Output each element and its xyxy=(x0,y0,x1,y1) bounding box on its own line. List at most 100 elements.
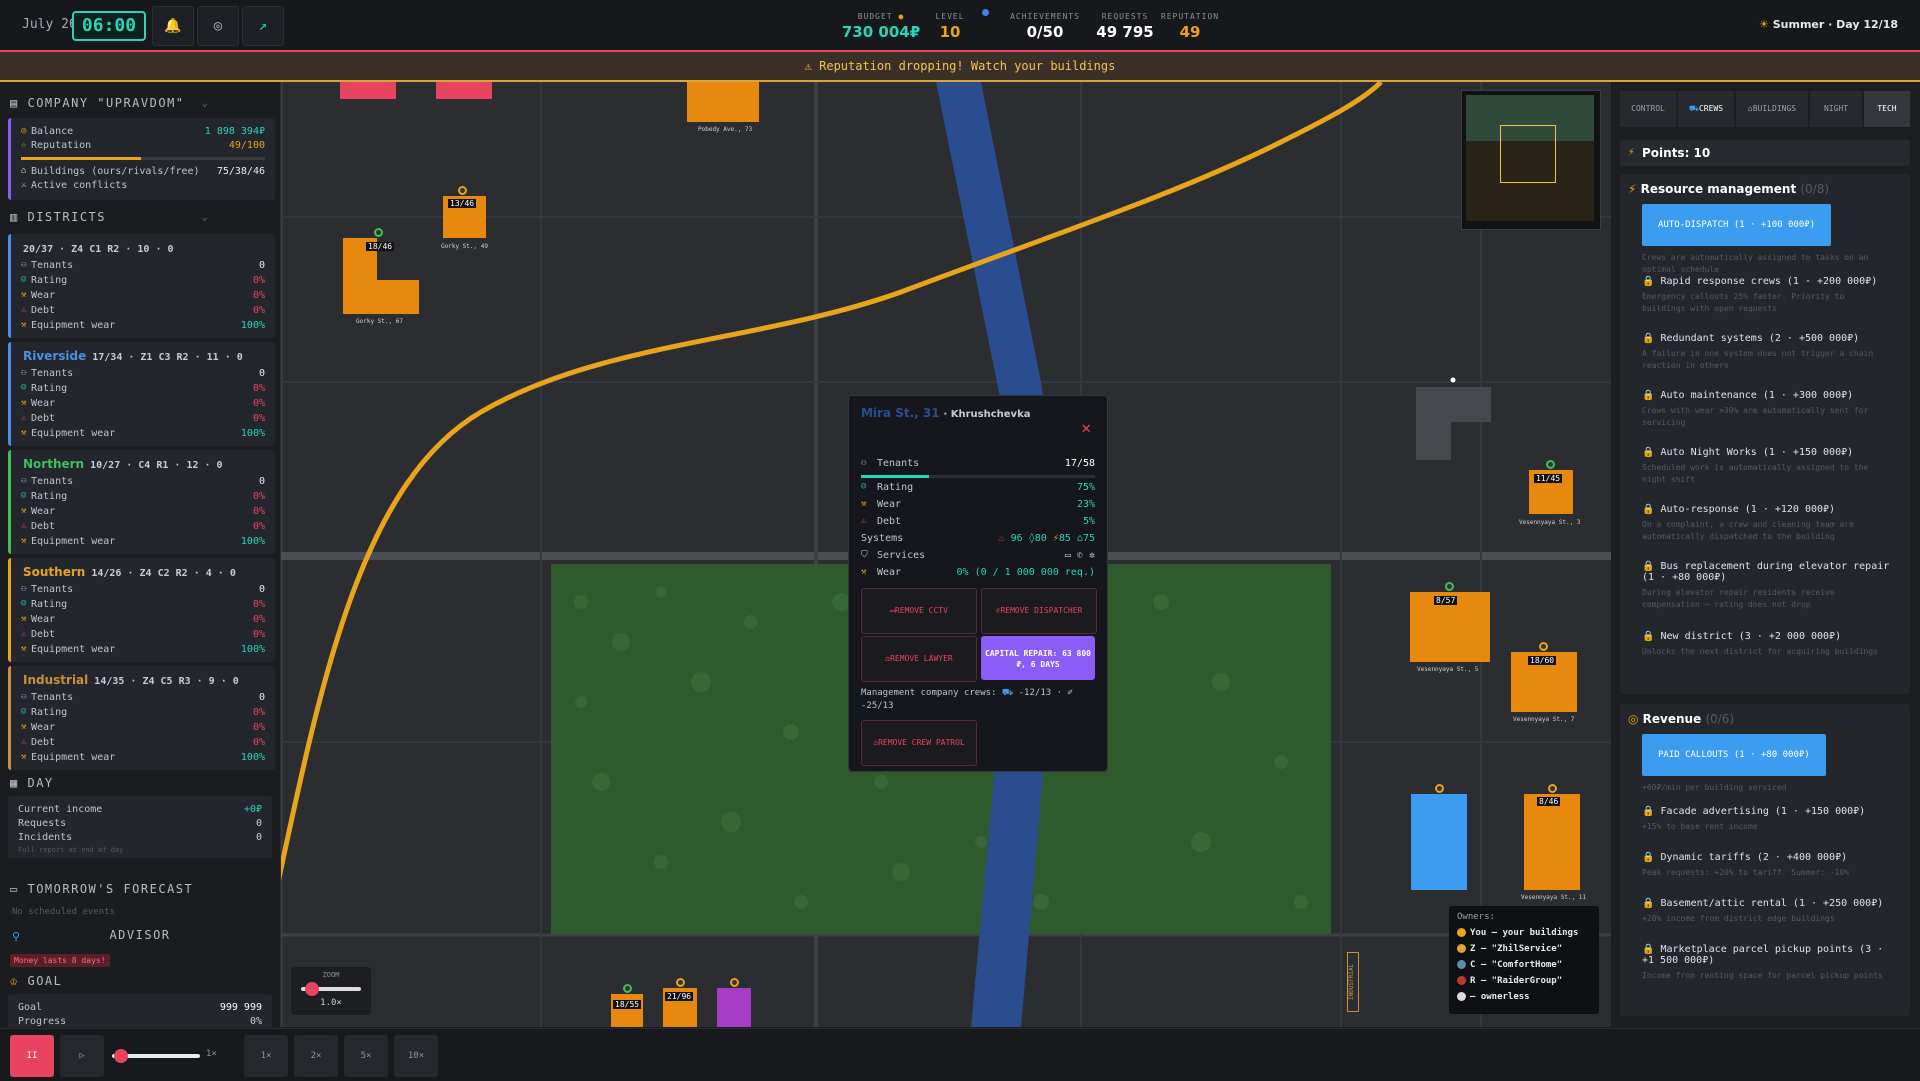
chevron-down-icon[interactable]: ⌄ xyxy=(201,210,208,223)
goal-row: Goal 999 999 xyxy=(18,1002,262,1016)
district-card[interactable]: Northern 10/27 · C4 R1 · 12 · 0 ⚇ Tenants 0… xyxy=(8,450,275,554)
building-icon: ▤ xyxy=(10,96,19,110)
district-debt-value: 0% xyxy=(252,737,265,748)
zoom-label: ZOOM xyxy=(322,971,340,979)
occupancy-tag: 18/46 xyxy=(366,242,395,251)
tab-tech[interactable]: TECH xyxy=(1864,91,1910,127)
district-rating-value: 0% xyxy=(252,707,265,718)
building-vesennyaya-11[interactable] xyxy=(1524,794,1580,890)
district-tenants-value: 0 xyxy=(258,584,265,595)
lock-icon: 🔒 xyxy=(1642,944,1655,955)
district-card[interactable]: Southern 14/26 · Z4 C2 R2 · 4 · 0 ⚇ Tenant… xyxy=(8,558,275,662)
remove-crew-patrol-button[interactable]: ⌂REMOVE CREW PATROL xyxy=(861,720,977,766)
pause-button[interactable]: II xyxy=(10,1035,54,1077)
remove-lawyer-button[interactable]: ⚖REMOVE LAWYER xyxy=(861,636,977,682)
speed-5x-button[interactable]: 5× xyxy=(344,1035,388,1077)
remove-dispatcher-button[interactable]: ✆REMOVE DISPATCHER xyxy=(981,588,1097,634)
budget-stat: BUDGET ● 730 004₽ xyxy=(836,12,926,41)
tech-label: Facade advertising (1 · +150 000₽) xyxy=(1660,806,1866,817)
advisor-header[interactable]: ADVISOR xyxy=(0,928,280,942)
capital-repair-label: CAPITAL REPAIR: 63 800 ₽, 6 DAYS xyxy=(985,649,1091,669)
tech-desc: +60₽/min per building serviced xyxy=(1642,778,1890,794)
goal-header[interactable]: ♔ GOAL xyxy=(10,974,62,988)
rival-building[interactable] xyxy=(340,82,396,99)
reputation-value: 49/100 xyxy=(228,140,265,151)
district-wear-value: 0% xyxy=(252,722,265,733)
trend-button[interactable]: ↗ xyxy=(242,6,284,46)
tech-item[interactable]: 🔒 New district (3 · +2 000 000₽) Unlocks … xyxy=(1642,631,1890,658)
tech-item[interactable]: 🔒 Marketplace parcel pickup points (3 · … xyxy=(1642,944,1890,982)
occupancy-tag: 18/60 xyxy=(1528,656,1557,665)
district-debt-label: Debt xyxy=(31,629,56,640)
resource-management-section: ⚡ Resource management (0/8) AUTO-DISPATC… xyxy=(1620,174,1910,694)
tab-crews[interactable]: ⛟CREWS xyxy=(1678,91,1734,127)
chevron-down-icon[interactable]: ⌄ xyxy=(201,96,208,109)
reputation-label: Reputation xyxy=(31,140,92,151)
district-card[interactable]: Industrial 14/35 · Z4 C5 R3 · 9 · 0 ⚇ Tena… xyxy=(8,666,275,770)
district-equip-value: 100% xyxy=(240,428,265,439)
reputation-stat: REPUTATION 49 xyxy=(1160,12,1220,41)
legend-item-label: Z — "ZhilService" xyxy=(1470,944,1563,954)
tab-buildings[interactable]: ⌂BUILDINGS xyxy=(1736,91,1808,127)
tech-item[interactable]: 🔒 Auto Night Works (1 · +150 000₽) Schedu… xyxy=(1642,447,1890,486)
district-wear-value: 0% xyxy=(252,398,265,409)
district-equip-label: Equipment wear xyxy=(31,644,116,655)
legend-swatch xyxy=(1457,928,1466,937)
wear-icon: ⚒ xyxy=(21,722,27,732)
forecast-header[interactable]: ▭ TOMORROW'S FORECAST xyxy=(10,882,193,896)
rival-building-comforthome[interactable] xyxy=(1411,794,1467,890)
right-panel: CONTROL ⛟CREWS ⌂BUILDINGS NIGHT TECH ⚡ P… xyxy=(1612,82,1920,1027)
tech-item[interactable]: 🔒 Bus replacement during elevator repair… xyxy=(1642,561,1890,611)
legend-item-label: C — "ComfortHome" xyxy=(1470,960,1563,970)
capital-repair-button[interactable]: CAPITAL REPAIR: 63 800 ₽, 6 DAYS xyxy=(981,636,1095,680)
income-value: +0₽ xyxy=(243,804,262,815)
tech-active-button[interactable]: PAID CALLOUTS (1 · +80 000₽) xyxy=(1642,734,1826,776)
rival-building-bottom[interactable] xyxy=(717,988,751,1027)
speed-slider-thumb[interactable] xyxy=(113,1049,128,1063)
district-card[interactable]: 20/37 · Z4 C1 R2 · 10 · 0 ⚇ Tenants 0 ☺ Ratin… xyxy=(8,234,275,338)
building-bottom-1[interactable] xyxy=(611,994,643,1027)
tab-night[interactable]: NIGHT xyxy=(1810,91,1862,127)
district-wear-label: Wear xyxy=(31,398,56,409)
empty-lot xyxy=(1416,387,1491,460)
tech-item[interactable]: 🔒 Basement/attic rental (1 · +250 000₽) +… xyxy=(1642,898,1890,925)
tech-item[interactable]: 🔒 Facade advertising (1 · +150 000₽) +15%… xyxy=(1642,806,1890,833)
day-header[interactable]: ▦ DAY xyxy=(10,776,54,790)
tech-item[interactable]: 🔒 Auto maintenance (1 · +300 000₽) Crews … xyxy=(1642,390,1890,429)
debt-value: 5% xyxy=(1082,516,1095,527)
tech-item[interactable]: 🔒 Auto-response (1 · +120 000₽) On a comp… xyxy=(1642,504,1890,543)
speed-1x-button[interactable]: 1× xyxy=(244,1035,288,1077)
district-card[interactable]: Riverside 17/34 · Z1 C3 R2 · 11 · 0 ⚇ Tena… xyxy=(8,342,275,446)
remove-cctv-button[interactable]: ▭REMOVE CCTV xyxy=(861,588,977,634)
district-rating-label: Rating xyxy=(31,707,68,718)
building-pobedy-73[interactable] xyxy=(687,82,759,122)
tech-item[interactable]: 🔒 Dynamic tariffs (2 · +400 000₽) Peak re… xyxy=(1642,852,1890,879)
close-icon[interactable]: ✕ xyxy=(1081,418,1091,437)
tech-active-button[interactable]: AUTO-DISPATCH (1 · +100 000₽) xyxy=(1642,204,1832,246)
minimap-viewport[interactable] xyxy=(1500,125,1556,183)
zoom-slider-thumb[interactable] xyxy=(305,982,319,996)
bell-icon: 🔔 xyxy=(164,18,182,34)
play-button[interactable]: ▷ xyxy=(60,1035,104,1077)
target-button[interactable]: ◎ xyxy=(197,6,239,46)
district-rating-value: 0% xyxy=(252,599,265,610)
debt-label: Debt xyxy=(877,516,902,527)
minimap[interactable] xyxy=(1461,90,1601,230)
districts-header[interactable]: ▥ DISTRICTS xyxy=(10,210,106,224)
lot-marker xyxy=(1450,377,1456,383)
tab-control[interactable]: CONTROL xyxy=(1620,91,1676,127)
tech-item[interactable]: 🔒 Redundant systems (2 · +500 000₽) A fai… xyxy=(1642,333,1890,372)
district-debt-label: Debt xyxy=(31,413,56,424)
sword-icon: ⚔ xyxy=(21,180,27,190)
rival-building[interactable] xyxy=(436,82,492,99)
company-header[interactable]: ▤ COMPANY "UPRAVDOM" xyxy=(10,96,185,110)
goal-card: Goal 999 999 Progress 0% xyxy=(8,994,272,1027)
speed-2x-button[interactable]: 2× xyxy=(294,1035,338,1077)
left-panel: ▤ COMPANY "UPRAVDOM" ⌄ ◎ Balance 1 898 394… xyxy=(0,82,281,1027)
date-label: July 26 xyxy=(22,17,77,32)
legend-item: R — "RaiderGroup" xyxy=(1457,976,1562,986)
speed-10x-button[interactable]: 10× xyxy=(394,1035,438,1077)
tech-item[interactable]: 🔒 Rapid response crews (1 · +200 000₽) Em… xyxy=(1642,276,1890,315)
people-icon: ⚇ xyxy=(861,458,867,468)
bell-button[interactable]: 🔔 xyxy=(152,6,194,46)
